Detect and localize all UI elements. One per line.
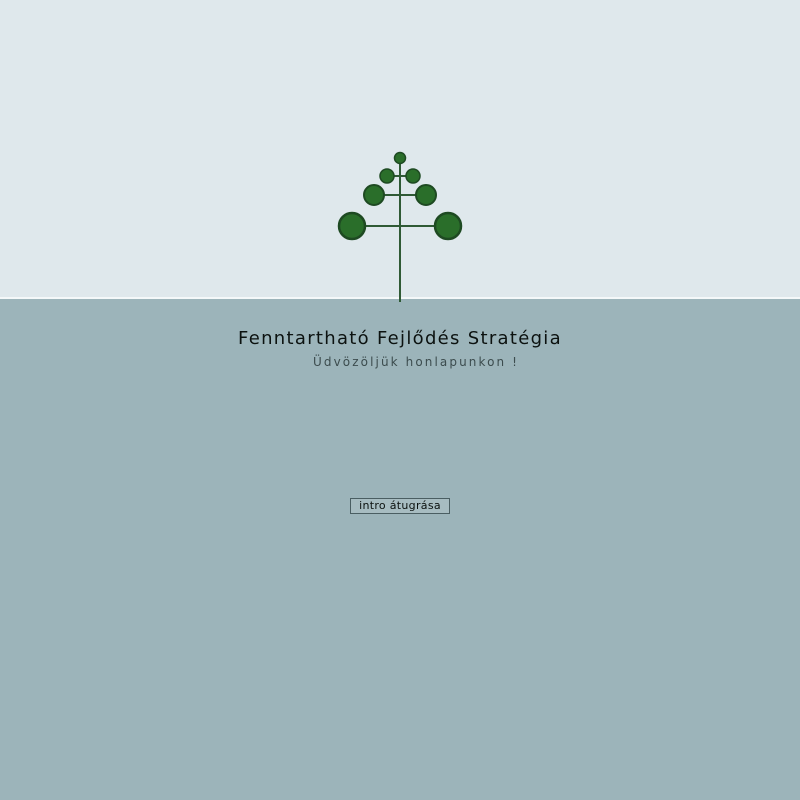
welcome-text: Üdvözöljük honlapunkon ! <box>313 355 520 369</box>
site-title: Fenntartható Fejlődés Stratégia <box>238 328 562 349</box>
tree-icon <box>337 151 463 302</box>
skip-intro-button[interactable]: intro átugrása <box>350 498 450 514</box>
